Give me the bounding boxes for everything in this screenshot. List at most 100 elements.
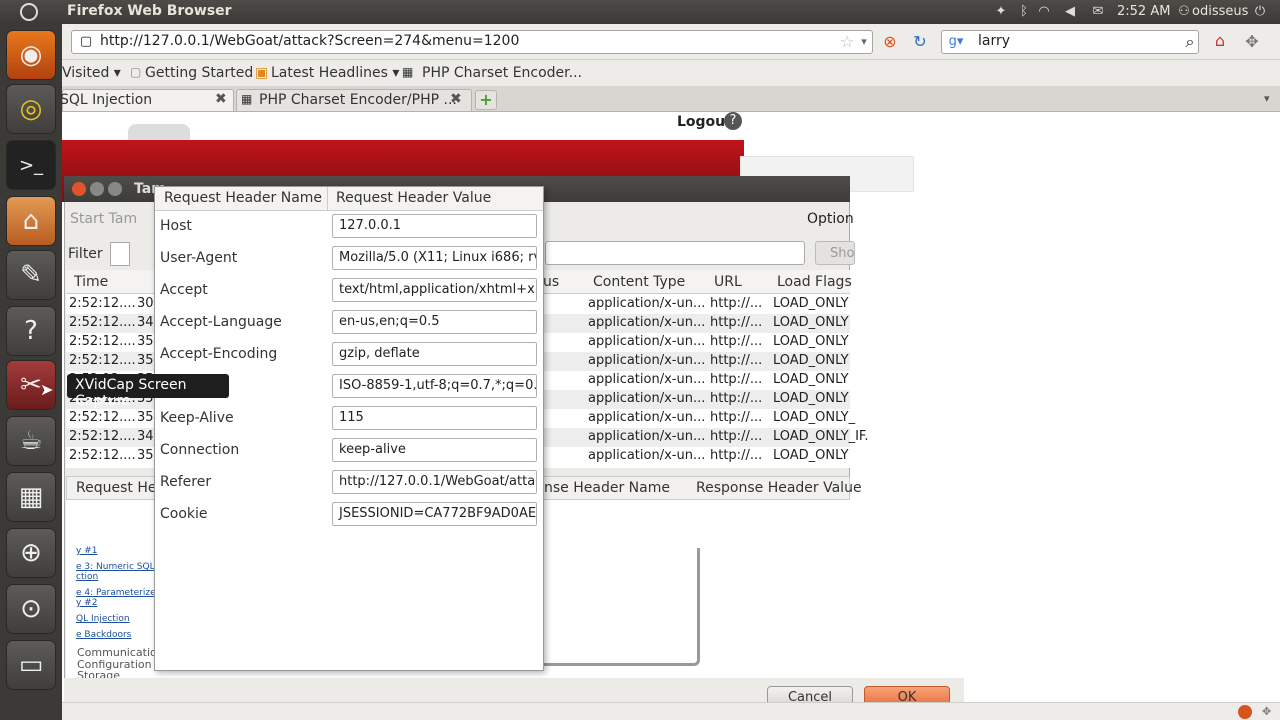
table-cell-url: http://...	[710, 315, 763, 330]
tab-close-icon[interactable]: ✖	[450, 91, 462, 107]
col-status[interactable]: us	[543, 274, 559, 290]
col-load-flags[interactable]: Load Flags	[777, 274, 852, 290]
magnifier-launcher-icon[interactable]: ⊕	[6, 528, 56, 578]
url-dropdown-icon[interactable]: ▾	[854, 32, 874, 52]
chrome-launcher-icon[interactable]: ◎	[6, 84, 56, 134]
dropbox-icon[interactable]: ✦	[993, 4, 1009, 20]
col-url[interactable]: URL	[714, 274, 742, 290]
java-launcher-icon[interactable]: ☕	[6, 416, 56, 466]
table-cell-num: 35	[137, 410, 154, 425]
response-frame	[540, 548, 700, 666]
clock[interactable]: 2:52 AM	[1117, 4, 1170, 19]
header-value-input[interactable]: keep-alive	[332, 438, 537, 462]
help-icon[interactable]: ?	[724, 112, 742, 130]
lesson-link[interactable]: ction	[76, 572, 98, 582]
lesson-link[interactable]: e Backdoors	[76, 630, 131, 640]
header-value-input[interactable]: en-us,en;q=0.5	[332, 310, 537, 334]
bookmark-page-icon: ▢	[130, 65, 142, 79]
user-name[interactable]: odisseus	[1192, 4, 1248, 19]
show-all-button[interactable]: Sho	[815, 241, 855, 265]
table-cell-flags: LOAD_ONLY_	[773, 410, 856, 425]
table-cell-type: application/x-un...	[588, 448, 706, 463]
new-tab-icon[interactable]: +	[475, 90, 497, 110]
header-value-input[interactable]: JSESSIONID=CA772BF9AD0AEI	[332, 502, 537, 526]
help-launcher-icon[interactable]: ?	[6, 306, 56, 356]
mail-icon[interactable]: ✉	[1090, 4, 1106, 20]
workspace-launcher-icon[interactable]: ▦	[6, 472, 56, 522]
addon-bar-icon[interactable]: ✥	[1262, 705, 1271, 718]
window-title: Firefox Web Browser	[67, 3, 232, 19]
addon-icon[interactable]: ✥	[1242, 32, 1262, 52]
minimize-window-icon[interactable]	[90, 182, 104, 196]
filter-input-left[interactable]	[110, 242, 130, 266]
user-icon[interactable]: ⚇	[1176, 4, 1192, 20]
col-request-header-value[interactable]: Request Header Value	[336, 190, 491, 206]
table-cell-time: 2:52:12....	[69, 429, 136, 444]
home-folder-launcher-icon[interactable]: ⌂	[6, 196, 56, 246]
table-cell-type: application/x-un...	[588, 353, 706, 368]
wifi-icon[interactable]: ◠	[1036, 4, 1052, 20]
request-header-col[interactable]: Request Hea	[76, 480, 165, 496]
header-name: Connection	[160, 442, 240, 458]
header-value-input[interactable]: http://127.0.0.1/WebGoat/atta	[332, 470, 537, 494]
response-header-name-col[interactable]: nse Header Name	[544, 480, 670, 496]
table-cell-url: http://...	[710, 296, 763, 311]
tab-close-icon[interactable]: ✖	[215, 91, 227, 107]
header-value-input[interactable]: ISO-8859-1,utf-8;q=0.7,*;q=0.7	[332, 374, 537, 398]
category-text[interactable]: Storage	[77, 669, 120, 678]
bookmark-latest-headlines[interactable]: Latest Headlines ▾	[271, 65, 399, 81]
drive-launcher-icon[interactable]: ▭	[6, 640, 56, 690]
zoom-launcher-icon[interactable]: ⊙	[6, 584, 56, 634]
reload-icon[interactable]: ↻	[910, 32, 930, 52]
google-icon[interactable]: g▾	[946, 32, 966, 52]
charset-page-icon: ▦	[402, 65, 414, 79]
lesson-link[interactable]: QL Injection	[76, 614, 130, 624]
tab-list-icon[interactable]: ▾	[1264, 92, 1270, 105]
bluetooth-icon[interactable]: ᛒ	[1016, 4, 1032, 20]
lesson-link[interactable]: y #2	[76, 598, 97, 608]
text-editor-launcher-icon[interactable]: ✎	[6, 250, 56, 300]
table-cell-url: http://...	[710, 334, 763, 349]
header-value-input[interactable]: Mozilla/5.0 (X11; Linux i686; rv:	[332, 246, 537, 270]
header-value-input[interactable]: 115	[332, 406, 537, 430]
response-header-value-col[interactable]: Response Header Value	[696, 480, 862, 496]
header-name: User-Agent	[160, 250, 238, 266]
firefox-launcher-icon[interactable]: ◉	[6, 30, 56, 80]
lesson-link[interactable]: y #1	[76, 546, 97, 556]
options-button[interactable]: Option	[807, 211, 854, 227]
table-cell-flags: LOAD_ONLY	[773, 391, 849, 406]
header-name: Accept	[160, 282, 208, 298]
maximize-window-icon[interactable]	[108, 182, 122, 196]
start-tamper-button[interactable]: Start Tam	[70, 211, 137, 227]
home-icon[interactable]: ⌂	[1210, 31, 1230, 51]
filter-label: Filter	[68, 246, 103, 262]
volume-icon[interactable]: ◀	[1062, 4, 1078, 20]
lesson-link[interactable]: e 4: Parameterized	[76, 588, 161, 598]
table-cell-time: 2:52:12....	[69, 315, 136, 330]
col-content-type[interactable]: Content Type	[593, 274, 685, 290]
bookmark-most-visited[interactable]: Visited ▾	[62, 65, 121, 81]
rss-icon: ▣	[255, 65, 269, 81]
table-cell-url: http://...	[710, 429, 763, 444]
status-icon[interactable]	[1238, 705, 1252, 719]
header-value-input[interactable]: 127.0.0.1	[332, 214, 537, 238]
power-icon[interactable]: ⏻	[1252, 4, 1268, 20]
header-value-input[interactable]: text/html,application/xhtml+x	[332, 278, 537, 302]
header-value-input[interactable]: gzip, deflate	[332, 342, 537, 366]
terminal-launcher-icon[interactable]: >_	[6, 140, 56, 190]
col-request-header-name[interactable]: Request Header Name	[164, 190, 322, 206]
col-time[interactable]: Time	[74, 274, 108, 290]
stop-icon[interactable]: ⊗	[880, 32, 900, 52]
table-cell-flags: LOAD_ONLY	[773, 448, 849, 463]
table-cell-time: 2:52:12....	[69, 448, 136, 463]
close-window-icon[interactable]	[72, 182, 86, 196]
search-icon[interactable]: ⌕	[1180, 32, 1200, 52]
ubuntu-logo-icon[interactable]	[20, 3, 38, 21]
lesson-link[interactable]: e 3: Numeric SQL	[76, 562, 155, 572]
bookmark-php-charset[interactable]: PHP Charset Encoder...	[422, 65, 582, 81]
url-text[interactable]: http://127.0.0.1/WebGoat/attack?Screen=2…	[100, 33, 519, 49]
header-name: Accept-Language	[160, 314, 282, 330]
filter-input[interactable]	[545, 241, 805, 265]
bookmark-getting-started[interactable]: Getting Started	[145, 65, 253, 81]
search-text[interactable]: larry	[978, 33, 1010, 49]
